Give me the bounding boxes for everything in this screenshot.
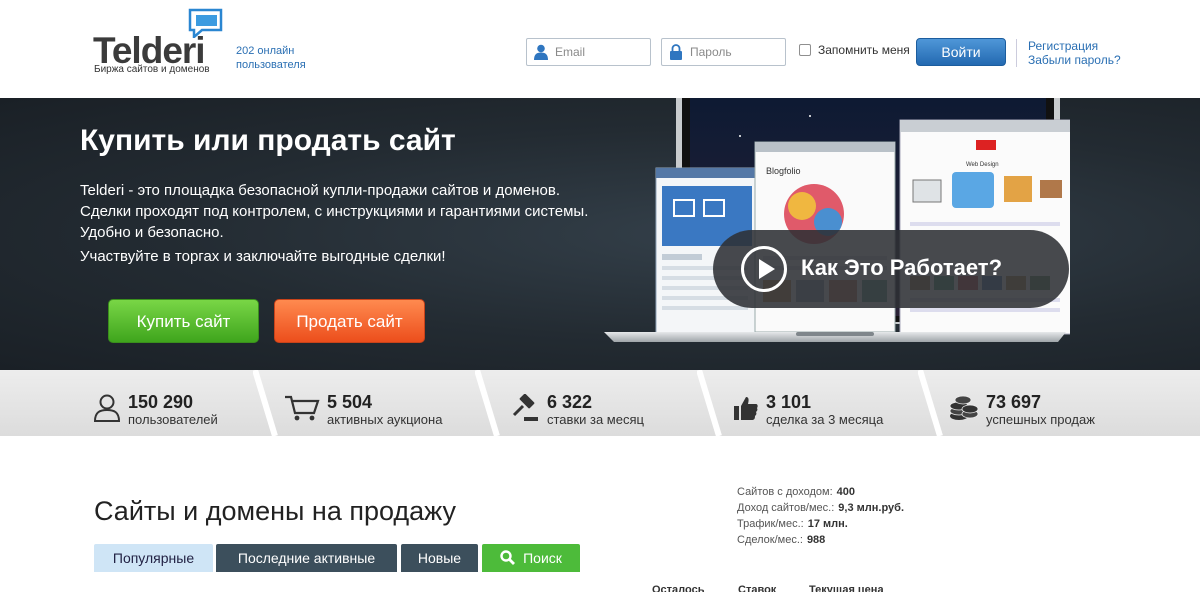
online-label: пользователя xyxy=(236,59,306,71)
laptop-illustration: Blogfolio Web Design xyxy=(604,98,1070,342)
online-count: 202 онлайн xyxy=(236,45,295,57)
summary-row: Трафик/мес.: 17 млн. xyxy=(737,518,848,530)
stat-label: активных аукциона xyxy=(327,412,443,427)
summary-row: Сайтов с доходом: 400 xyxy=(737,486,855,498)
user-icon xyxy=(94,394,120,422)
how-it-works-label: Как Это Работает? xyxy=(801,255,1003,280)
summary-row: Сделок/мес.: 988 xyxy=(737,534,826,546)
stat-value: 3 101 xyxy=(766,392,812,412)
stat-value: 73 697 xyxy=(986,392,1042,412)
stat-value: 5 504 xyxy=(327,392,373,412)
user-icon xyxy=(534,44,548,60)
stat-label: пользователей xyxy=(128,412,218,427)
stats-separator xyxy=(253,370,278,436)
stats-separator xyxy=(475,370,500,436)
tab-last-active[interactable]: Последние активные xyxy=(216,544,397,572)
stats-separator xyxy=(697,370,722,436)
stat-label: успешных продаж xyxy=(986,412,1095,427)
thumbs-up-icon xyxy=(734,397,758,420)
remember-label: Запомнить меня xyxy=(818,43,910,57)
gavel-icon xyxy=(512,394,538,421)
blogfolio-title: Blogfolio xyxy=(766,166,801,176)
tab-popular[interactable]: Популярные xyxy=(94,544,213,572)
play-icon[interactable] xyxy=(741,246,787,292)
hero-cta-text: Участвуйте в торгах и заключайте выгодны… xyxy=(80,248,446,265)
tab-search[interactable]: Поиск xyxy=(482,544,580,572)
search-icon xyxy=(500,550,516,566)
stat-label: ставки за месяц xyxy=(547,412,644,427)
column-header-remaining[interactable]: Осталось xyxy=(652,584,704,592)
online-users[interactable]: 202 онлайн пользователя xyxy=(236,44,306,72)
tab-new[interactable]: Новые xyxy=(401,544,478,572)
section-title: Сайты и домены на продажу xyxy=(94,496,457,526)
tab-search-label: Поиск xyxy=(523,550,562,566)
forgot-password-link[interactable]: Забыли пароль? xyxy=(1028,53,1121,67)
stat-label: сделка за 3 месяца xyxy=(766,412,884,427)
remember-me[interactable]: Запомнить меня xyxy=(799,43,910,57)
remember-checkbox[interactable] xyxy=(799,44,811,56)
coins-icon xyxy=(949,395,979,420)
stat-value: 150 290 xyxy=(128,392,194,412)
sell-site-button[interactable]: Продать сайт xyxy=(274,299,425,343)
telderi-logo[interactable]: Telderi Биржа сайтов и доменов xyxy=(93,8,233,78)
hero-description: Telderi - это площадка безопасной купли-… xyxy=(80,182,589,241)
webdesign-title: Web Design xyxy=(966,162,999,168)
how-it-works-video[interactable]: Как Это Работает? xyxy=(713,230,1069,308)
summary-row: Доход сайтов/мес.: 9,3 млн.руб. xyxy=(737,502,904,514)
login-button[interactable]: Войти xyxy=(916,38,1006,66)
logo-tagline: Биржа сайтов и доменов xyxy=(94,64,210,75)
market-summary: Сайтов с доходом: 400 Доход сайтов/мес.: 9… xyxy=(737,484,904,548)
register-link[interactable]: Регистрация xyxy=(1028,39,1121,53)
stat-value: 6 322 xyxy=(547,392,593,412)
site-header: Telderi Биржа сайтов и доменов 202 онлай… xyxy=(0,0,1200,98)
lock-icon xyxy=(670,44,682,60)
stats-bar: 150 290 пользователей 5 504 активных аук… xyxy=(0,370,1200,436)
auth-links: Регистрация Забыли пароль? xyxy=(1016,39,1121,67)
hero-banner: Купить или продать сайт Telderi - это пл… xyxy=(0,98,1200,370)
column-header-price[interactable]: Текущая цена xyxy=(809,584,884,592)
stats-separator xyxy=(918,370,943,436)
buy-site-button[interactable]: Купить сайт xyxy=(108,299,259,343)
email-field xyxy=(526,38,651,66)
cart-icon xyxy=(285,395,320,421)
password-field xyxy=(661,38,786,66)
hero-title: Купить или продать сайт xyxy=(80,124,456,157)
column-header-bids[interactable]: Ставок xyxy=(738,584,776,592)
